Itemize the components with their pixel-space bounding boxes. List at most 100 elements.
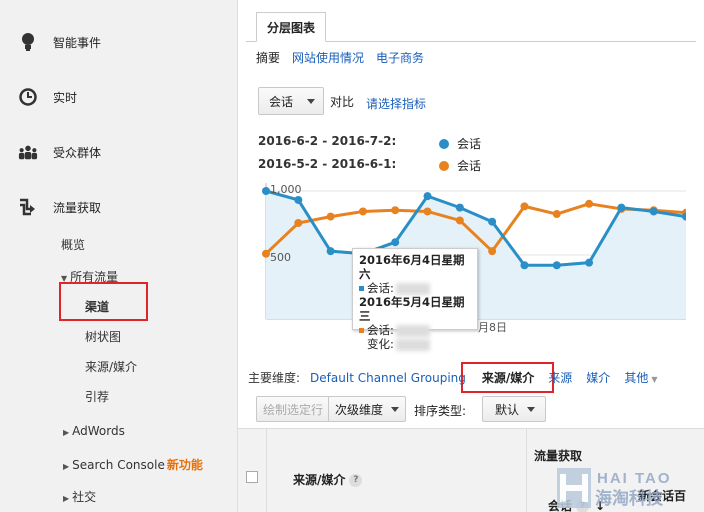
sidebar-item-label: 智能事件 — [53, 35, 102, 50]
subtab-summary[interactable]: 摘要 — [256, 49, 280, 66]
subtab-site-usage[interactable]: 网站使用情况 — [292, 49, 364, 66]
data-point-previous[interactable] — [585, 199, 594, 208]
dimension-other-label: 其他 — [624, 371, 649, 385]
expand-arrow-icon: ▶ — [63, 494, 70, 503]
sidebar-item-label: 受众群体 — [53, 145, 102, 160]
data-point-previous[interactable] — [520, 202, 529, 211]
sidebar-subitem-search-console[interactable]: ▶ Search Console 新功能 — [63, 456, 203, 473]
data-point-current[interactable] — [552, 261, 561, 270]
expand-arrow-icon: ▶ — [63, 462, 70, 471]
series-marker-icon — [359, 328, 364, 333]
legend-dot-icon — [439, 160, 449, 171]
help-icon[interactable]: ? — [349, 474, 363, 487]
data-point-previous[interactable] — [294, 219, 303, 227]
dimension-other[interactable]: 其他 ▼ — [624, 369, 657, 386]
tooltip-label: 会话: — [367, 281, 394, 295]
sidebar-item-realtime[interactable]: 实时 — [0, 79, 238, 115]
sidebar-item-label: 流量获取 — [53, 200, 102, 215]
data-point-current[interactable] — [617, 203, 626, 212]
data-point-current[interactable] — [488, 217, 497, 226]
left-sidebar: 智能事件 实时 受众群体 流量获取 概览 ▼ 所有流量 渠道 树状图 来源/媒介 … — [0, 0, 238, 512]
secondary-dimension-dropdown[interactable]: 次级维度 — [328, 396, 407, 422]
column-divider — [526, 429, 527, 512]
column-divider — [266, 429, 267, 512]
acquisition-icon — [18, 197, 38, 217]
expand-arrow-icon: ▶ — [63, 428, 70, 437]
data-point-current[interactable] — [294, 195, 303, 204]
sort-type-dropdown[interactable]: 默认 — [482, 396, 546, 422]
data-point-current[interactable] — [262, 187, 270, 195]
highlight-box-channels — [59, 282, 148, 321]
sidebar-subitem-treemap[interactable]: 树状图 — [85, 328, 121, 345]
data-point-current[interactable] — [585, 258, 594, 267]
date-range-previous: 2016-5-2 - 2016-6-1: — [258, 157, 397, 171]
choose-metric-link[interactable]: 请选择指标 — [366, 95, 426, 112]
metric-dropdown-value: 会话 — [269, 94, 294, 109]
tooltip-row-change: 变化: — [359, 337, 471, 351]
dimension-medium[interactable]: 媒介 — [586, 369, 610, 386]
data-point-previous[interactable] — [488, 247, 497, 256]
chart-tooltip: 2016年6月4日星期六 会话: 2016年5月4日星期三 会话: 变化: — [352, 248, 478, 351]
data-point-previous[interactable] — [423, 207, 432, 216]
y-tick-label: 500 — [270, 251, 291, 264]
people-icon — [18, 142, 38, 162]
date-range-current: 2016-6-2 - 2016-7-2: — [258, 134, 397, 148]
tooltip-date-previous: 2016年5月4日星期三 — [359, 295, 465, 323]
select-all-checkbox[interactable] — [246, 471, 258, 483]
dimension-source[interactable]: 来源 — [548, 369, 572, 386]
tab-explorer[interactable]: 分层图表 — [256, 12, 327, 42]
sidebar-subitem-social[interactable]: ▶ 社交 — [63, 488, 96, 505]
chevron-down-icon — [391, 406, 400, 412]
data-point-previous[interactable] — [358, 207, 367, 216]
compare-label: 对比 — [330, 95, 355, 109]
plot-rows-button[interactable]: 绘制选定行 — [256, 396, 331, 422]
dimension-source-medium[interactable]: 来源/媒介 — [482, 369, 534, 386]
sidebar-item-intelligence[interactable]: 智能事件 — [0, 24, 238, 60]
svg-text:HAI TAO: HAI TAO — [597, 470, 672, 487]
subtab-ecommerce[interactable]: 电子商务 — [376, 49, 424, 66]
redacted-value — [395, 324, 430, 337]
data-point-current[interactable] — [520, 261, 529, 270]
data-point-current[interactable] — [649, 207, 658, 216]
sidebar-subitem-label: 社交 — [72, 490, 97, 504]
clock-icon — [18, 87, 38, 107]
data-point-current[interactable] — [326, 247, 335, 256]
sidebar-item-audience[interactable]: 受众群体 — [0, 134, 238, 170]
sidebar-subitem-label: Search Console — [72, 458, 165, 472]
chevron-down-icon: ▼ — [651, 375, 658, 384]
haitao-watermark-logo: HAI TAO 海淘科技 — [557, 466, 695, 510]
data-point-current[interactable] — [423, 192, 432, 201]
report-tab-strip: 分层图表 — [246, 12, 696, 42]
column-header-source-medium[interactable]: 来源/媒介? — [293, 471, 363, 488]
sort-type-label: 排序类型: — [414, 404, 467, 418]
chevron-down-icon — [527, 406, 536, 412]
dimension-default-channel-grouping[interactable]: Default Channel Grouping — [310, 371, 466, 385]
tooltip-row-previous: 会话: — [359, 323, 471, 337]
y-tick-label: 1,000 — [270, 183, 302, 196]
sidebar-subitem-overview[interactable]: 概览 — [61, 236, 85, 253]
metric-dropdown[interactable]: 会话 — [258, 87, 324, 115]
legend-current: 会话 — [439, 135, 481, 152]
tooltip-label: 会话: — [367, 323, 394, 337]
primary-dimension-row: 主要维度: Default Channel Grouping 来源/媒介 来源 … — [248, 369, 657, 386]
data-point-previous[interactable] — [391, 206, 400, 215]
legend-dot-icon — [439, 138, 449, 149]
legend-label: 会话 — [457, 137, 482, 151]
sidebar-subitem-referrals[interactable]: 引荐 — [85, 388, 109, 405]
chevron-down-icon — [307, 99, 315, 104]
data-point-previous[interactable] — [455, 216, 464, 225]
legend-label: 会话 — [457, 159, 482, 173]
data-point-previous[interactable] — [552, 210, 561, 219]
lightbulb-icon — [18, 32, 38, 52]
data-point-previous[interactable] — [262, 249, 270, 258]
data-point-current[interactable] — [455, 203, 464, 212]
sidebar-subitem-source-medium[interactable]: 来源/媒介 — [85, 358, 137, 375]
legend-previous: 会话 — [439, 157, 481, 174]
sidebar-item-label: 实时 — [53, 90, 78, 105]
sidebar-subitem-adwords[interactable]: ▶ AdWords — [63, 424, 125, 438]
tooltip-row-current: 会话: — [359, 281, 471, 295]
data-point-previous[interactable] — [326, 212, 335, 221]
redacted-value — [395, 338, 430, 351]
data-point-current[interactable] — [391, 238, 400, 247]
sidebar-item-acquisition[interactable]: 流量获取 — [0, 189, 238, 225]
